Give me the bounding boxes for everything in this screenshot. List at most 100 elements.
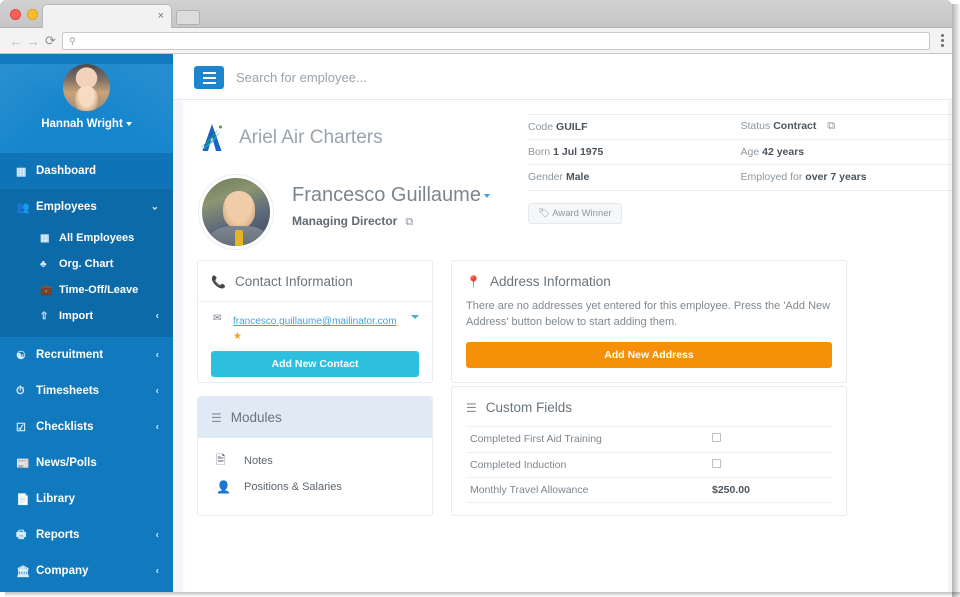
- reload-icon[interactable]: ⟳: [45, 34, 56, 48]
- employee-job-title-label: Managing Director: [292, 214, 398, 228]
- card-title: 📞 Contact Information: [211, 274, 419, 289]
- sidebar-item-label: Time-Off/Leave: [59, 284, 139, 296]
- module-label: Notes: [244, 455, 273, 467]
- newspaper-icon: 📰: [16, 457, 30, 470]
- list-item[interactable]: 👤 Positions & Salaries: [198, 474, 432, 500]
- upload-icon: ⇧: [40, 310, 49, 322]
- sidebar-item-library[interactable]: 📄 Library: [0, 481, 173, 517]
- address-bar[interactable]: ⚲: [62, 32, 930, 50]
- chevron-left-icon: ‹: [155, 310, 159, 322]
- back-icon[interactable]: ←: [9, 34, 23, 48]
- detail-label: Gender: [528, 171, 564, 184]
- new-tab-button[interactable]: [176, 10, 200, 25]
- detail-value: 42 years: [762, 145, 805, 158]
- detail-age: Age 42 years: [741, 146, 953, 158]
- sidebar-item-org-chart[interactable]: ♣ Org. Chart: [0, 251, 173, 277]
- browser-tab[interactable]: ×: [42, 4, 172, 28]
- sidebar-item-timesheets[interactable]: ⏱ Timesheets ‹: [0, 373, 173, 409]
- search-input[interactable]: [236, 67, 616, 87]
- chevron-down-icon: [483, 193, 490, 198]
- detail-value: GUILF: [556, 120, 588, 133]
- checkbox-icon: ☑: [16, 421, 26, 434]
- sidebar-item-reports[interactable]: 🖶 Reports ‹: [0, 517, 173, 553]
- address-actions: Add New Address: [466, 341, 832, 368]
- chevron-left-icon: ‹: [155, 421, 159, 433]
- clock-icon: ⏱: [16, 384, 25, 397]
- card-title-label: Custom Fields: [485, 400, 573, 415]
- sidebar-item-import[interactable]: ⇧ Import ‹: [0, 303, 173, 329]
- custom-fields-card: ☰ Custom Fields Completed First Aid Trai…: [451, 386, 847, 516]
- detail-label: Code: [528, 120, 554, 133]
- list-ul-icon: ☰: [466, 400, 477, 415]
- detail-value: over 7 years: [805, 171, 867, 184]
- sidebar-item-company[interactable]: 🏛 Company ‹: [0, 553, 173, 589]
- checkbox-icon[interactable]: [712, 458, 721, 468]
- sidebar-item-label: Dashboard: [36, 165, 97, 177]
- sidebar-item-label: Org. Chart: [59, 258, 114, 270]
- status-badge[interactable]: 🏷 Award Winner: [528, 202, 622, 224]
- address-empty-text: There are no addresses yet entered for t…: [466, 300, 831, 328]
- table-row: Completed First Aid Training: [466, 426, 832, 452]
- close-tab-icon[interactable]: ×: [158, 9, 164, 23]
- custom-field-label: Monthly Travel Allowance: [470, 483, 589, 496]
- browser-menu-icon[interactable]: [941, 34, 944, 47]
- employee-photo[interactable]: [199, 175, 273, 249]
- sidebar-item-all-employees[interactable]: ▦ All Employees: [0, 225, 173, 251]
- sidebar-item-recruitment[interactable]: ☯ Recruitment ‹: [0, 337, 173, 373]
- card-title: ☰ Custom Fields: [466, 400, 832, 415]
- grid-icon: ▦: [16, 165, 27, 178]
- sidebar-item-checklists[interactable]: ☑ Checklists ‹: [0, 409, 173, 445]
- external-link-icon[interactable]: ⧉: [827, 120, 835, 133]
- card-title: 📍 Address Information: [466, 274, 832, 289]
- sidebar-username[interactable]: Hannah Wright: [0, 118, 173, 130]
- handshake-icon: ☯: [16, 349, 26, 362]
- detail-label: Employed for: [740, 171, 803, 184]
- briefcase-icon: 💼: [40, 284, 53, 296]
- sidebar-profile[interactable]: Hannah Wright: [0, 64, 173, 153]
- chevron-left-icon: ‹: [155, 565, 159, 577]
- chevron-down-icon: ⌄: [150, 201, 159, 213]
- search-icon: ⚲: [69, 36, 76, 46]
- chevron-left-icon: ‹: [155, 349, 159, 361]
- ariel-air-charters-logo: [200, 124, 222, 151]
- checkbox-icon[interactable]: [712, 433, 721, 443]
- hamburger-icon[interactable]: [194, 66, 224, 89]
- custom-field-value: [712, 458, 832, 471]
- employee-job-title: Managing Director ⧉: [292, 214, 490, 229]
- tag-icon: 🏷: [538, 207, 551, 219]
- contact-email-link[interactable]: francesco.guillaume@mailinator.com: [233, 316, 397, 327]
- external-link-icon[interactable]: ⧉: [405, 216, 413, 229]
- sidebar-item-dashboard[interactable]: ▦ Dashboard: [0, 153, 173, 189]
- list-item[interactable]: 🖹 Notes: [198, 448, 432, 474]
- add-new-address-button[interactable]: Add New Address: [466, 341, 832, 368]
- minimize-window-button[interactable]: [27, 9, 38, 20]
- module-label: Positions & Salaries: [244, 481, 342, 493]
- modules-card: ☰ Modules 🖹 Notes 👤 Positions & Salaries: [197, 396, 433, 516]
- sidebar-item-employees[interactable]: 👥 Employees ⌄: [0, 189, 173, 225]
- card-title-label: Modules: [230, 410, 282, 425]
- sidebar-item-time-off-leave[interactable]: 💼 Time-Off/Leave: [0, 277, 173, 303]
- caret-down-icon[interactable]: [411, 315, 419, 319]
- close-window-button[interactable]: [10, 9, 21, 20]
- card-title: ☰ Modules: [211, 410, 419, 425]
- sidebar-item-label: Library: [36, 493, 75, 505]
- sidebar-item-label: Import: [59, 310, 94, 322]
- table-row: Completed Induction: [466, 451, 832, 478]
- sidebar-item-label: Recruitment: [36, 349, 104, 361]
- employee-name-dropdown[interactable]: Francesco Guillaume: [292, 184, 490, 207]
- forward-icon[interactable]: →: [26, 34, 40, 48]
- employee-profile-panel: Ariel Air Charters Francesco Guillaume M…: [183, 100, 952, 592]
- sidebar-group-employees: 👥 Employees ⌄ ▦ All Employees ♣ Org. Cha…: [0, 189, 173, 337]
- table-row: Born 1 Jul 1975 Age 42 years: [528, 140, 953, 165]
- sidebar-username-label: Hannah Wright: [41, 118, 123, 130]
- sidebar-item-news-polls[interactable]: 📰 News/Polls: [0, 445, 173, 481]
- address-information-card: 📍 Address Information There are no addre…: [451, 260, 847, 383]
- page-viewport: Hannah Wright ▦ Dashboard 👥 Employees ⌄ …: [0, 54, 952, 592]
- avatar[interactable]: [63, 64, 110, 111]
- main-content: Ariel Air Charters Francesco Guillaume M…: [173, 100, 952, 592]
- desktop: × ← → ⟳ ⚲ Hannah Wright ▦ Dashboard 👥 Em…: [0, 0, 960, 597]
- contact-actions: Add New Contact: [211, 342, 419, 377]
- card-title-label: Contact Information: [234, 274, 353, 289]
- add-new-contact-button[interactable]: Add New Contact: [211, 351, 419, 377]
